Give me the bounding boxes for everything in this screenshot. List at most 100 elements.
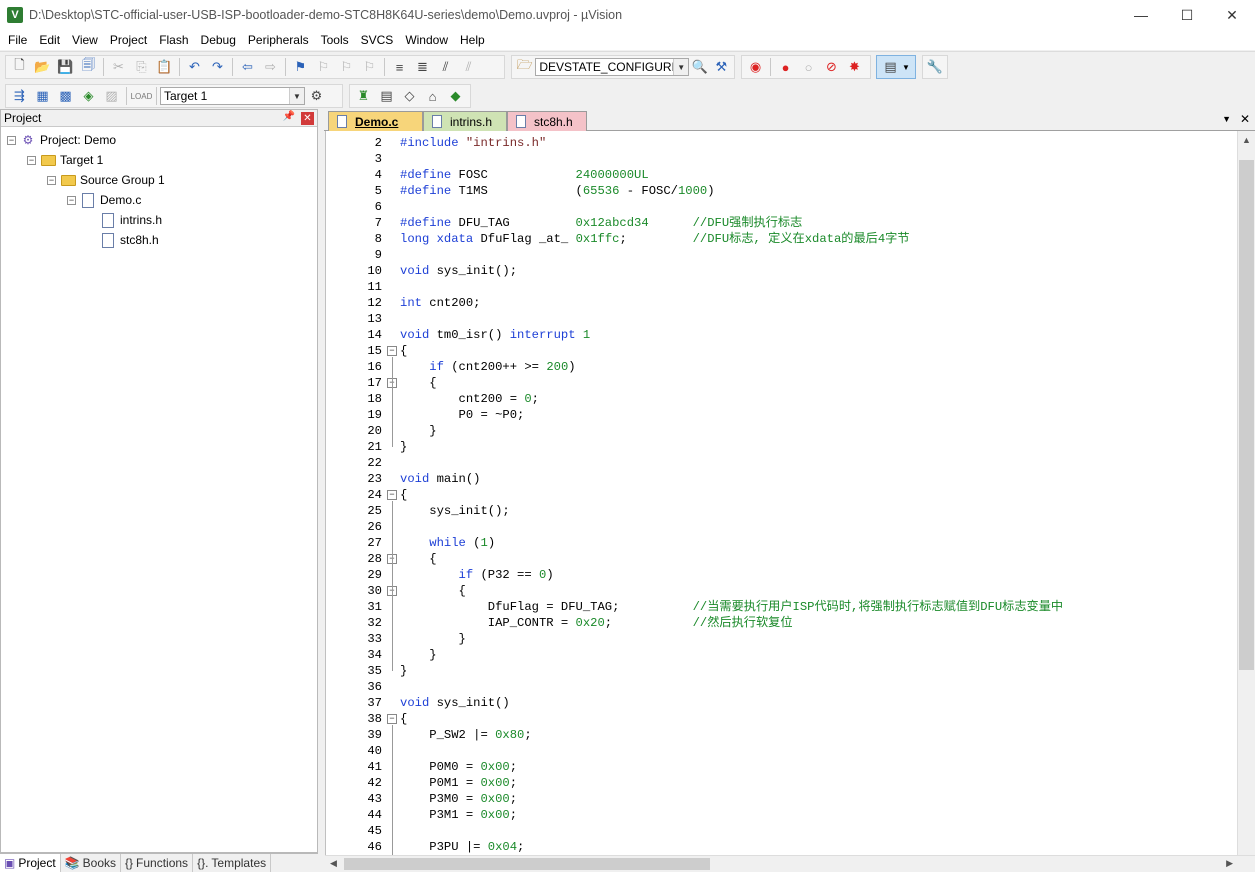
- bookmark-next-icon[interactable]: ⚐: [335, 57, 358, 77]
- vertical-scrollbar[interactable]: ▲: [1237, 131, 1255, 855]
- collapse-icon[interactable]: −: [27, 155, 36, 165]
- menu-debug[interactable]: Debug: [195, 30, 242, 50]
- redo-icon[interactable]: ↷: [206, 57, 229, 77]
- fold-toggle-icon[interactable]: −: [387, 714, 397, 724]
- code-line[interactable]: 37 void sys_init(): [326, 695, 1237, 711]
- code-line[interactable]: 41 P0M0 = 0x00;: [326, 759, 1237, 775]
- menu-project[interactable]: Project: [104, 30, 153, 50]
- tab-project[interactable]: ▣ Project: [0, 854, 61, 872]
- code-line[interactable]: 12 int cnt200;: [326, 295, 1237, 311]
- code-line[interactable]: 7 #define DFU_TAG 0x12abcd34 //DFU强制执行标志: [326, 215, 1237, 231]
- chevron-down-icon[interactable]: ▼: [902, 63, 910, 72]
- close-icon[interactable]: ✕: [301, 112, 314, 125]
- download-load-icon[interactable]: LOAD: [130, 86, 153, 106]
- manage-multi-project-icon[interactable]: ▤: [375, 86, 398, 106]
- code-line[interactable]: 9: [326, 247, 1237, 263]
- menu-file[interactable]: File: [2, 30, 33, 50]
- manage-run-time-icon[interactable]: ◇: [398, 86, 421, 106]
- indent-icon[interactable]: ≡: [388, 57, 411, 77]
- tab-demo-c[interactable]: Demo.c: [328, 111, 423, 131]
- bookmark-prev-icon[interactable]: ⚐: [312, 57, 335, 77]
- code-line[interactable]: 42 P0M1 = 0x00;: [326, 775, 1237, 791]
- find-icon[interactable]: 🔍: [689, 57, 710, 77]
- code-line[interactable]: 46 P3PU |= 0x04;: [326, 839, 1237, 855]
- code-line[interactable]: 31 DfuFlag = DFU_TAG; //当需要执行用户ISP代码时,将强…: [326, 599, 1237, 615]
- menu-view[interactable]: View: [66, 30, 104, 50]
- insert-breakpoint-icon[interactable]: ●: [774, 57, 797, 77]
- code-line[interactable]: 21}: [326, 439, 1237, 455]
- tab-books[interactable]: 📚 Books: [61, 854, 122, 872]
- code-editor[interactable]: 2 #include "intrins.h" 3 4 #define FOSC 2400…: [325, 131, 1237, 855]
- chevron-down-icon[interactable]: ▼: [1222, 114, 1231, 124]
- code-line[interactable]: 11: [326, 279, 1237, 295]
- code-line[interactable]: 28− {: [326, 551, 1237, 567]
- find-in-files-icon[interactable]: 🗁: [514, 57, 535, 77]
- menu-flash[interactable]: Flash: [153, 30, 194, 50]
- scroll-up-icon[interactable]: ▲: [1242, 135, 1251, 145]
- minimize-button[interactable]: —: [1118, 0, 1164, 30]
- menu-peripherals[interactable]: Peripherals: [242, 30, 315, 50]
- code-line[interactable]: 24−{: [326, 487, 1237, 503]
- code-line[interactable]: 43 P3M0 = 0x00;: [326, 791, 1237, 807]
- paste-icon[interactable]: 📋: [153, 57, 176, 77]
- tree-item-demo-c[interactable]: − Demo.c: [67, 190, 141, 210]
- code-line[interactable]: 5 #define T1MS (65536 - FOSC/1000): [326, 183, 1237, 199]
- code-line[interactable]: 10 void sys_init();: [326, 263, 1237, 279]
- code-line[interactable]: 3: [326, 151, 1237, 167]
- horizontal-scrollbar[interactable]: ◀ ▶: [325, 855, 1255, 871]
- target-options-icon[interactable]: ⚙: [305, 86, 328, 106]
- save-icon[interactable]: 💾: [54, 57, 77, 77]
- close-icon[interactable]: ✕: [1240, 112, 1250, 126]
- tree-item-intrins-h[interactable]: intrins.h: [100, 210, 162, 230]
- code-line[interactable]: 14 void tm0_isr() interrupt 1: [326, 327, 1237, 343]
- new-file-icon[interactable]: 🗋: [8, 57, 31, 77]
- pack-installer-icon[interactable]: ◆: [444, 86, 467, 106]
- code-line[interactable]: 16 if (cnt200++ >= 200): [326, 359, 1237, 375]
- vertical-scroll-thumb[interactable]: [1239, 160, 1254, 670]
- chevron-down-icon[interactable]: ▼: [673, 59, 689, 75]
- collapse-icon[interactable]: −: [47, 175, 56, 185]
- target-combo[interactable]: Target 1 ▼: [160, 87, 305, 105]
- code-line[interactable]: 27 while (1): [326, 535, 1237, 551]
- menu-edit[interactable]: Edit: [33, 30, 66, 50]
- code-line[interactable]: 8 long xdata DfuFlag _at_ 0x1ffc; //DFU标志…: [326, 231, 1237, 247]
- close-button[interactable]: ✕: [1209, 0, 1255, 30]
- code-line[interactable]: 29 if (P32 == 0): [326, 567, 1237, 583]
- code-line[interactable]: 20 }: [326, 423, 1237, 439]
- maximize-button[interactable]: ☐: [1164, 0, 1210, 30]
- translate-icon[interactable]: ⇶: [8, 86, 31, 106]
- comment-icon[interactable]: ⫽: [434, 57, 457, 77]
- open-file-icon[interactable]: 📂: [31, 57, 54, 77]
- navigate-forward-icon[interactable]: ⇨: [259, 57, 282, 77]
- fold-toggle-icon[interactable]: −: [387, 490, 397, 500]
- tree-item-project[interactable]: − ⚙ Project: Demo: [7, 130, 116, 150]
- incremental-find-icon[interactable]: ⚒: [711, 57, 732, 77]
- disable-all-breakpoints-icon[interactable]: ⊘: [820, 57, 843, 77]
- fold-toggle-icon[interactable]: −: [387, 346, 397, 356]
- tree-item-target[interactable]: − Target 1: [27, 150, 103, 170]
- code-line[interactable]: 36: [326, 679, 1237, 695]
- code-line[interactable]: 25 sys_init();: [326, 503, 1237, 519]
- pin-icon[interactable]: 📌: [283, 111, 295, 122]
- scroll-right-icon[interactable]: ▶: [1226, 858, 1233, 869]
- code-line[interactable]: 35}: [326, 663, 1237, 679]
- code-line[interactable]: 38−{: [326, 711, 1237, 727]
- chevron-down-icon[interactable]: ▼: [289, 88, 304, 104]
- window-layout-icon[interactable]: ▤: [879, 57, 902, 77]
- code-line[interactable]: 33 }: [326, 631, 1237, 647]
- copy-icon[interactable]: ⎘: [130, 57, 153, 77]
- uncomment-icon[interactable]: ⫽: [457, 57, 480, 77]
- code-line[interactable]: 13: [326, 311, 1237, 327]
- find-combo[interactable]: DEVSTATE_CONFIGURED ▼: [535, 58, 690, 76]
- stop-build-icon[interactable]: ▨: [100, 86, 123, 106]
- code-line[interactable]: 26: [326, 519, 1237, 535]
- code-line[interactable]: 45: [326, 823, 1237, 839]
- menu-tools[interactable]: Tools: [315, 30, 355, 50]
- menu-window[interactable]: Window: [399, 30, 454, 50]
- code-line[interactable]: 15−{: [326, 343, 1237, 359]
- code-line[interactable]: 39 P_SW2 |= 0x80;: [326, 727, 1237, 743]
- navigate-back-icon[interactable]: ⇦: [236, 57, 259, 77]
- kill-all-breakpoints-icon[interactable]: ✸: [843, 57, 866, 77]
- unindent-icon[interactable]: ≣: [411, 57, 434, 77]
- collapse-icon[interactable]: −: [67, 195, 76, 205]
